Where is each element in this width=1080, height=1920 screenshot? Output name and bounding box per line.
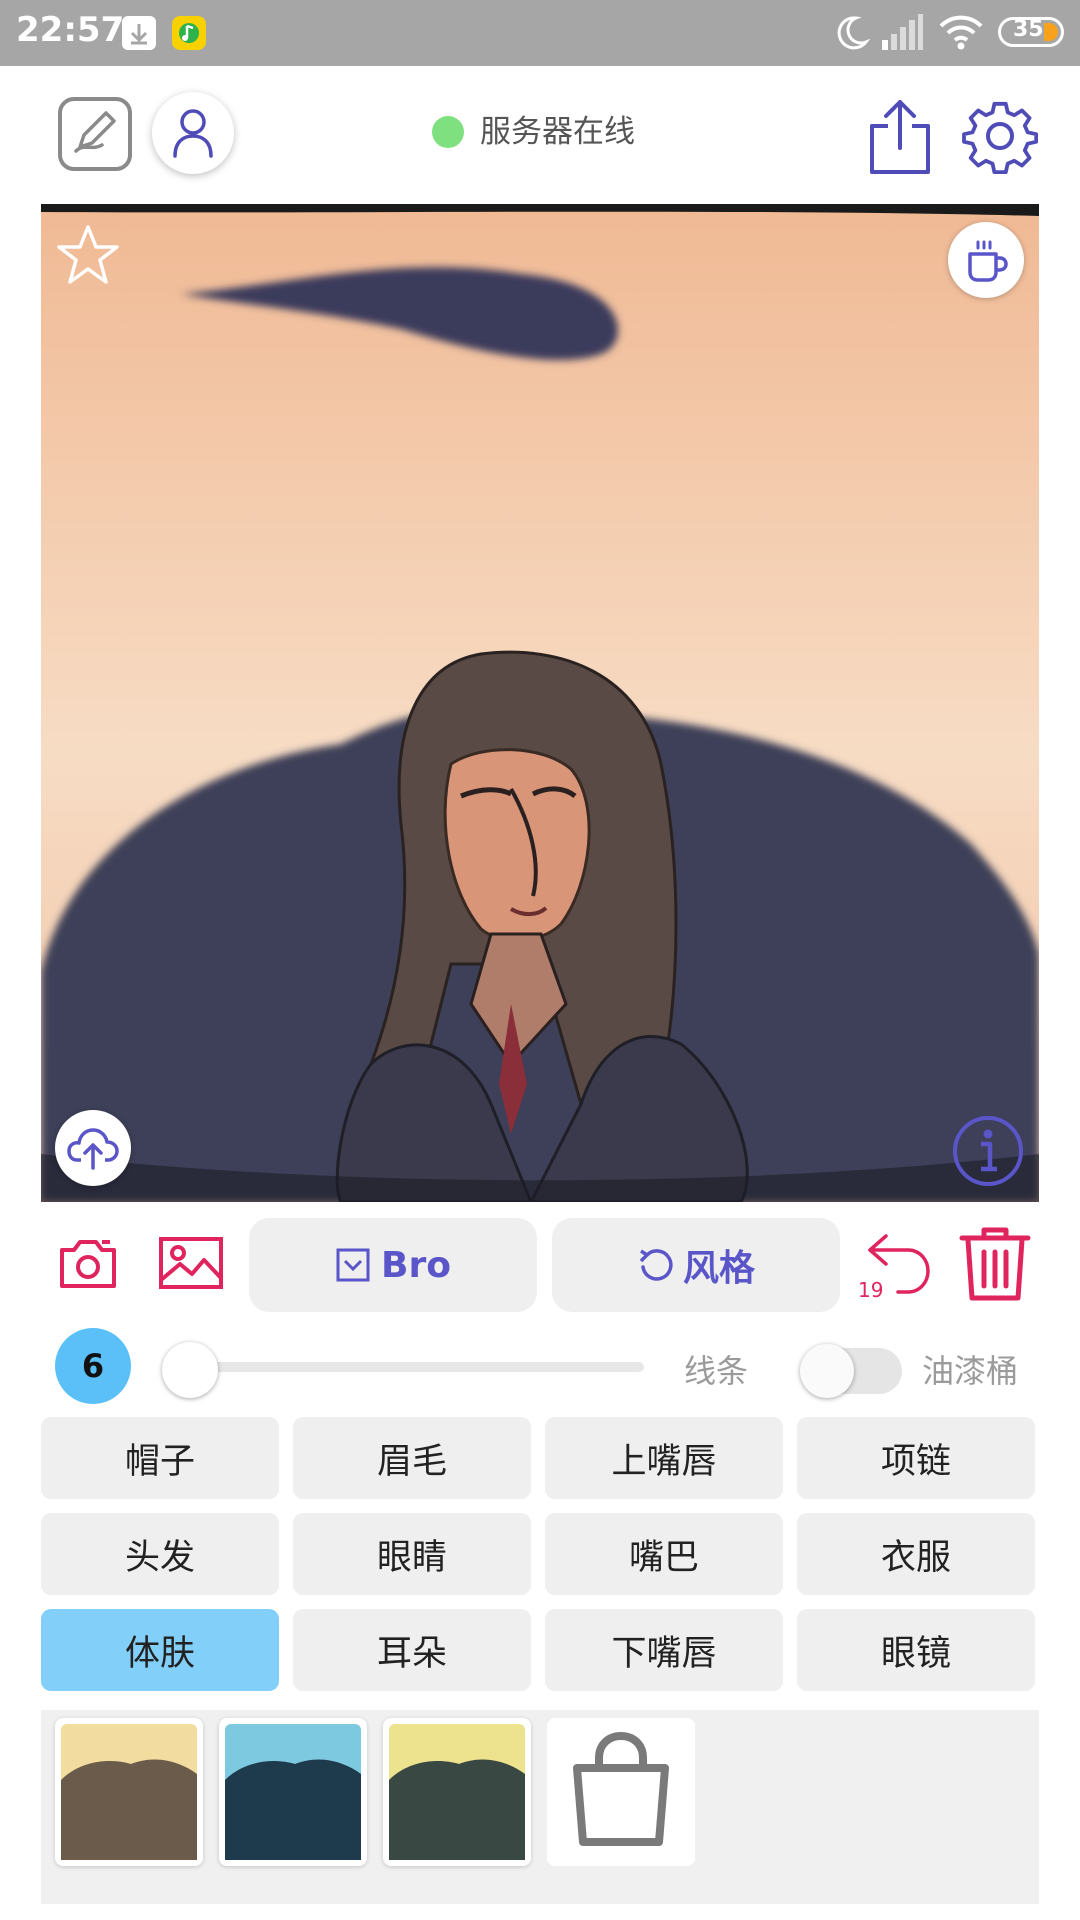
paint-bucket-label: 油漆桶	[922, 1352, 1019, 1390]
paint-bucket-toggle-knob[interactable]	[800, 1344, 854, 1398]
shopping-bag-icon	[565, 1731, 677, 1854]
signal-icon	[880, 14, 924, 56]
brush-size-value: 6	[81, 1347, 105, 1385]
bro-label: Bro	[381, 1244, 451, 1286]
drawing-canvas[interactable]	[41, 204, 1039, 1202]
user-icon	[171, 108, 215, 162]
brush-size-slider-thumb[interactable]	[162, 1342, 218, 1398]
line-label: 线条	[684, 1352, 749, 1390]
online-indicator	[432, 116, 464, 148]
undo-count: 19	[858, 1278, 884, 1302]
app-header: 服务器在线	[0, 66, 1080, 204]
part-button[interactable]: 项链	[797, 1417, 1035, 1499]
share-button[interactable]	[866, 96, 934, 180]
style-tray	[41, 1710, 1039, 1904]
style-label: 风格	[682, 1248, 755, 1289]
star-icon[interactable]	[55, 222, 121, 292]
style-thumbnail[interactable]	[383, 1718, 531, 1866]
style-thumbnail[interactable]	[219, 1718, 367, 1866]
shop-button[interactable]	[547, 1718, 695, 1866]
gallery-icon[interactable]	[158, 1236, 224, 1294]
brush-size-badge: 6	[55, 1328, 131, 1404]
coffee-cup-icon	[966, 238, 1008, 286]
status-bar: 22:57 35	[0, 0, 1080, 66]
undo-button[interactable]: 19	[858, 1230, 934, 1310]
style-preview	[225, 1724, 361, 1860]
server-status-text: 服务器在线	[480, 114, 635, 150]
battery-fill	[1044, 23, 1058, 41]
part-button[interactable]: 体肤	[41, 1609, 279, 1691]
style-thumbnail[interactable]	[55, 1718, 203, 1866]
info-icon[interactable]	[951, 1114, 1025, 1192]
moon-icon	[834, 14, 871, 56]
part-button[interactable]: 下嘴唇	[545, 1609, 783, 1691]
camera-icon[interactable]	[58, 1236, 118, 1294]
part-button[interactable]: 上嘴唇	[545, 1417, 783, 1499]
style-button[interactable]: 风格	[552, 1218, 840, 1312]
part-button[interactable]: 耳朵	[293, 1609, 531, 1691]
share-icon	[866, 100, 934, 180]
battery-level: 35	[1013, 17, 1044, 42]
part-button[interactable]: 眉毛	[293, 1417, 531, 1499]
part-button[interactable]: 眼镜	[797, 1609, 1035, 1691]
brush-size-slider-track[interactable]	[166, 1362, 644, 1372]
user-button[interactable]	[152, 92, 234, 174]
part-button[interactable]: 衣服	[797, 1513, 1035, 1595]
gear-icon	[962, 101, 1039, 178]
download-icon	[122, 16, 156, 50]
brush-controls: 6 线条 油漆桶	[0, 1320, 1080, 1412]
coffee-button[interactable]	[948, 222, 1024, 298]
upload-button[interactable]	[55, 1110, 131, 1186]
cloud-upload-icon	[67, 1126, 119, 1174]
draw-button[interactable]	[58, 97, 132, 171]
action-toolbar: Bro 风格 19	[0, 1210, 1080, 1314]
status-time: 22:57	[16, 10, 125, 50]
part-button[interactable]: 帽子	[41, 1417, 279, 1499]
generated-artwork	[41, 204, 1039, 1202]
trash-icon[interactable]	[958, 1226, 1032, 1306]
part-button[interactable]: 头发	[41, 1513, 279, 1595]
wifi-icon	[938, 12, 984, 56]
music-app-icon	[172, 16, 206, 50]
style-preview	[61, 1724, 197, 1860]
settings-button[interactable]	[962, 98, 1039, 178]
part-button[interactable]: 嘴巴	[545, 1513, 783, 1595]
select-icon	[335, 1247, 371, 1283]
draw-icon	[62, 111, 128, 171]
style-preview	[389, 1724, 525, 1860]
bro-button[interactable]: Bro	[249, 1218, 537, 1312]
rotate-icon	[637, 1247, 673, 1283]
part-button[interactable]: 眼睛	[293, 1513, 531, 1595]
battery-icon: 35	[998, 17, 1064, 47]
